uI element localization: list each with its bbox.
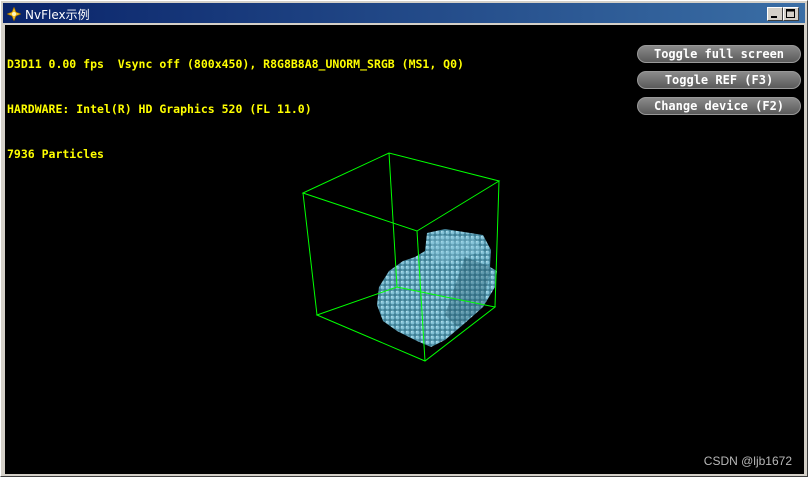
- watermark: CSDN @ljb1672: [703, 454, 792, 468]
- title-bar[interactable]: NvFlex示例: [3, 3, 805, 23]
- stats-line-hardware: HARDWARE: Intel(R) HD Graphics 520 (FL 1…: [7, 102, 312, 116]
- app-window: NvFlex示例 D3D11 0.00 fps Vsync off (800x4…: [0, 0, 808, 477]
- render-viewport[interactable]: D3D11 0.00 fps Vsync off (800x450), R8G8…: [5, 25, 804, 474]
- minimize-button[interactable]: [767, 7, 783, 21]
- stats-line-particles: 7936 Particles: [7, 147, 104, 161]
- stats-line-renderer: D3D11 0.00 fps Vsync off (800x450), R8G8…: [7, 57, 464, 71]
- toggle-full-screen-button[interactable]: Toggle full screen: [637, 45, 801, 63]
- maximize-button[interactable]: [783, 7, 799, 21]
- stats-overlay: D3D11 0.00 fps Vsync off (800x450), R8G8…: [7, 27, 464, 192]
- app-icon: [6, 6, 22, 22]
- window-title: NvFlex示例: [25, 8, 90, 22]
- toggle-ref-button[interactable]: Toggle REF (F3): [637, 71, 801, 89]
- change-device-button[interactable]: Change device (F2): [637, 97, 801, 115]
